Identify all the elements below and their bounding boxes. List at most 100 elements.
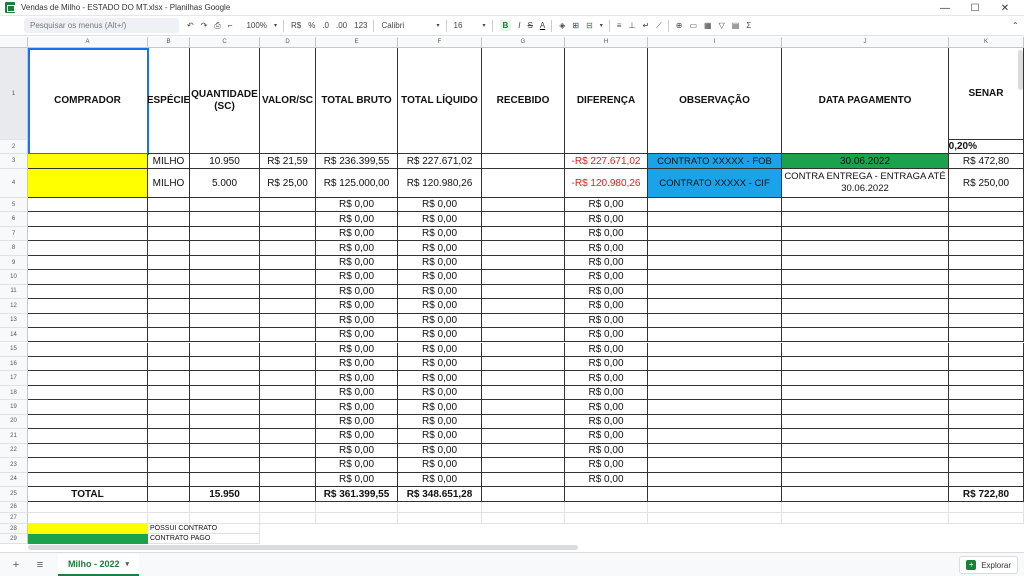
observacao-cell[interactable] bbox=[648, 284, 782, 300]
comprador-cell[interactable] bbox=[28, 299, 148, 314]
empty-cell[interactable] bbox=[316, 513, 398, 524]
increase-decimals-button[interactable]: .00 bbox=[336, 21, 347, 30]
data-pagamento-cell[interactable] bbox=[782, 270, 949, 285]
diferenca-cell[interactable]: R$ 0,00 bbox=[565, 414, 648, 430]
legend-swatch-paid[interactable] bbox=[28, 534, 148, 544]
comprador-cell[interactable] bbox=[28, 154, 148, 169]
comprador-cell[interactable] bbox=[28, 270, 148, 285]
total-liquido-cell[interactable]: R$ 0,00 bbox=[398, 385, 482, 401]
especie-cell[interactable] bbox=[148, 385, 190, 401]
observacao-cell[interactable] bbox=[648, 356, 782, 372]
header-diferenca[interactable]: DIFERENÇA bbox=[565, 48, 648, 154]
comprador-cell[interactable] bbox=[28, 342, 148, 357]
header-valor[interactable]: VALOR/SC bbox=[260, 48, 316, 154]
comprador-cell[interactable] bbox=[28, 385, 148, 401]
recebido-cell[interactable] bbox=[482, 356, 565, 372]
row-header[interactable]: 10 bbox=[0, 270, 28, 285]
row-header[interactable]: 27 bbox=[0, 513, 28, 524]
total-bruto-cell[interactable]: R$ 0,00 bbox=[316, 400, 398, 415]
quantidade-cell[interactable] bbox=[190, 400, 260, 415]
valor-cell[interactable] bbox=[260, 313, 316, 329]
row-header[interactable]: 9 bbox=[0, 255, 28, 271]
diferenca-cell[interactable]: R$ 0,00 bbox=[565, 198, 648, 213]
diferenca-cell[interactable]: R$ 0,00 bbox=[565, 212, 648, 227]
valor-cell[interactable] bbox=[260, 400, 316, 415]
total-bruto-cell[interactable]: R$ 0,00 bbox=[316, 255, 398, 271]
font-size-select[interactable]: 16 bbox=[454, 21, 476, 30]
total-liquido-cell[interactable]: R$ 0,00 bbox=[398, 472, 482, 487]
diferenca-cell[interactable]: R$ 0,00 bbox=[565, 270, 648, 285]
quantidade-cell[interactable] bbox=[190, 212, 260, 227]
data-pagamento-cell[interactable]: 30.06.2022 bbox=[782, 154, 949, 169]
empty-cell[interactable] bbox=[260, 513, 316, 524]
select-all-corner[interactable] bbox=[0, 37, 28, 48]
total-liquido-cell[interactable]: R$ 0,00 bbox=[398, 356, 482, 372]
comprador-cell[interactable] bbox=[28, 226, 148, 242]
data-pagamento-cell[interactable] bbox=[782, 472, 949, 487]
row-header[interactable]: 24 bbox=[0, 472, 28, 487]
chevron-down-icon[interactable]: ▾ bbox=[126, 560, 130, 568]
senar-cell[interactable] bbox=[949, 385, 1024, 401]
recebido-cell[interactable] bbox=[482, 328, 565, 343]
row-header[interactable]: 16 bbox=[0, 356, 28, 372]
total-senar[interactable]: R$ 722,80 bbox=[949, 487, 1024, 502]
filter-views-icon[interactable]: ▤ bbox=[732, 21, 740, 30]
header-total-liquido[interactable]: TOTAL LÍQUIDO bbox=[398, 48, 482, 154]
diferenca-cell[interactable]: R$ 0,00 bbox=[565, 385, 648, 401]
text-rotation-icon[interactable]: ⟋ bbox=[656, 21, 662, 31]
legend-label-contract[interactable]: POSSUI CONTRATO bbox=[148, 524, 260, 534]
valor-cell[interactable] bbox=[260, 472, 316, 487]
senar-cell[interactable] bbox=[949, 198, 1024, 213]
diferenca-cell[interactable]: R$ 0,00 bbox=[565, 472, 648, 487]
observacao-cell[interactable] bbox=[648, 342, 782, 357]
header-recebido[interactable]: RECEBIDO bbox=[482, 48, 565, 154]
row-header[interactable]: 7 bbox=[0, 226, 28, 242]
total-liquido-cell[interactable]: R$ 0,00 bbox=[398, 313, 482, 329]
recebido-cell[interactable] bbox=[482, 299, 565, 314]
quantidade-cell[interactable] bbox=[190, 443, 260, 459]
recebido-cell[interactable] bbox=[482, 400, 565, 415]
senar-cell[interactable] bbox=[949, 400, 1024, 415]
valor-cell[interactable]: R$ 25,00 bbox=[260, 169, 316, 198]
row-header[interactable]: 20 bbox=[0, 414, 28, 430]
header-observacao[interactable]: OBSERVAÇÃO bbox=[648, 48, 782, 154]
row-header[interactable]: 13 bbox=[0, 313, 28, 329]
quantidade-cell[interactable] bbox=[190, 284, 260, 300]
recebido-cell[interactable] bbox=[482, 241, 565, 256]
row-header[interactable]: 15 bbox=[0, 342, 28, 357]
senar-cell[interactable] bbox=[949, 255, 1024, 271]
comprador-cell[interactable] bbox=[28, 371, 148, 386]
senar-cell[interactable] bbox=[949, 226, 1024, 242]
total-bruto-cell[interactable]: R$ 0,00 bbox=[316, 458, 398, 473]
insert-comment-icon[interactable]: ▭ bbox=[689, 21, 697, 30]
total-bruto-cell[interactable]: R$ 0,00 bbox=[316, 299, 398, 314]
row-header[interactable]: 6 bbox=[0, 212, 28, 227]
empty-cell[interactable] bbox=[782, 513, 949, 524]
recebido-cell[interactable] bbox=[482, 270, 565, 285]
comprador-cell[interactable] bbox=[28, 400, 148, 415]
observacao-cell[interactable] bbox=[648, 458, 782, 473]
valor-cell[interactable] bbox=[260, 270, 316, 285]
especie-cell[interactable] bbox=[148, 284, 190, 300]
empty-cell[interactable] bbox=[482, 513, 565, 524]
total-observacao-cell[interactable] bbox=[648, 487, 782, 502]
empty-cell[interactable] bbox=[190, 502, 260, 513]
empty-cell[interactable] bbox=[949, 513, 1024, 524]
empty-cell[interactable] bbox=[782, 502, 949, 513]
especie-cell[interactable] bbox=[148, 371, 190, 386]
total-liquido-cell[interactable]: R$ 120.980,26 bbox=[398, 169, 482, 198]
observacao-cell[interactable] bbox=[648, 371, 782, 386]
recebido-cell[interactable] bbox=[482, 212, 565, 227]
row-header[interactable]: 3 bbox=[0, 154, 28, 169]
header-especie[interactable]: ESPÉCIE bbox=[148, 48, 190, 154]
especie-cell[interactable]: MILHO bbox=[148, 169, 190, 198]
comprador-cell[interactable] bbox=[28, 328, 148, 343]
comprador-cell[interactable] bbox=[28, 241, 148, 256]
total-bruto-cell[interactable]: R$ 0,00 bbox=[316, 429, 398, 444]
quantidade-cell[interactable] bbox=[190, 241, 260, 256]
column-header-i[interactable]: I bbox=[648, 37, 782, 48]
diferenca-cell[interactable]: R$ 0,00 bbox=[565, 429, 648, 444]
text-wrap-icon[interactable]: ↵ bbox=[642, 21, 649, 30]
font-select[interactable]: Calibri bbox=[381, 21, 429, 30]
quantidade-cell[interactable] bbox=[190, 429, 260, 444]
